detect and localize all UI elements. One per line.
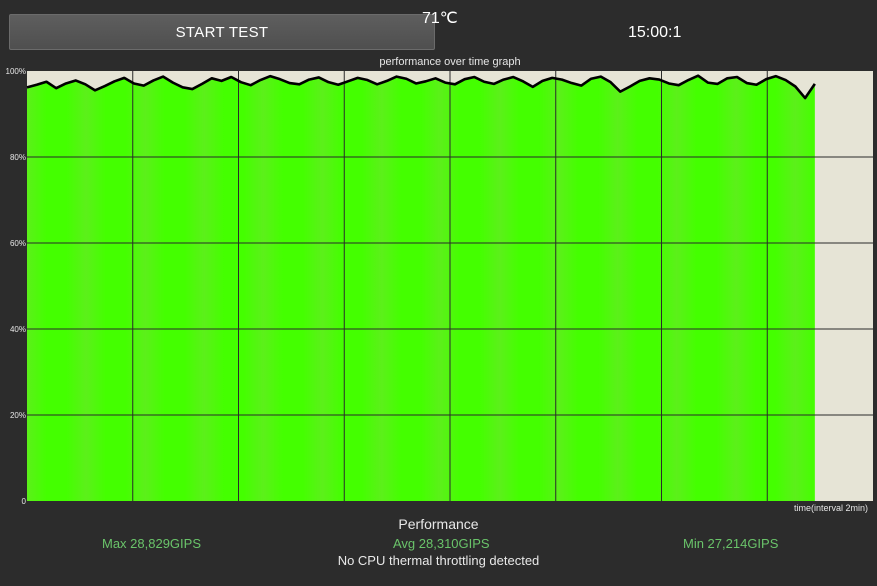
y-tick-label: 80%: [10, 153, 26, 162]
y-tick-label: 20%: [10, 411, 26, 420]
timer-readout: 15:00:1: [628, 24, 682, 41]
min-performance: Min 27,214GIPS: [683, 536, 779, 551]
y-tick-label: 60%: [10, 239, 26, 248]
max-performance: Max 28,829GIPS: [102, 536, 201, 551]
avg-performance: Avg 28,310GIPS: [393, 536, 490, 551]
temperature-readout: 71℃: [422, 10, 458, 27]
performance-chart: 0 20% 40% 60% 80% 100%: [6, 67, 873, 506]
app-screen: START TEST 71℃ 15:00:1 performance over …: [0, 0, 877, 586]
performance-area: [27, 75, 815, 502]
y-tick-label: 100%: [6, 67, 26, 76]
start-test-button[interactable]: START TEST: [9, 14, 435, 50]
throttling-status: No CPU thermal throttling detected: [337, 553, 540, 568]
y-tick-label: 0: [22, 497, 27, 506]
performance-title: Performance: [398, 516, 479, 532]
x-axis-label: time(interval 2min): [794, 503, 869, 513]
y-tick-label: 40%: [10, 325, 26, 334]
